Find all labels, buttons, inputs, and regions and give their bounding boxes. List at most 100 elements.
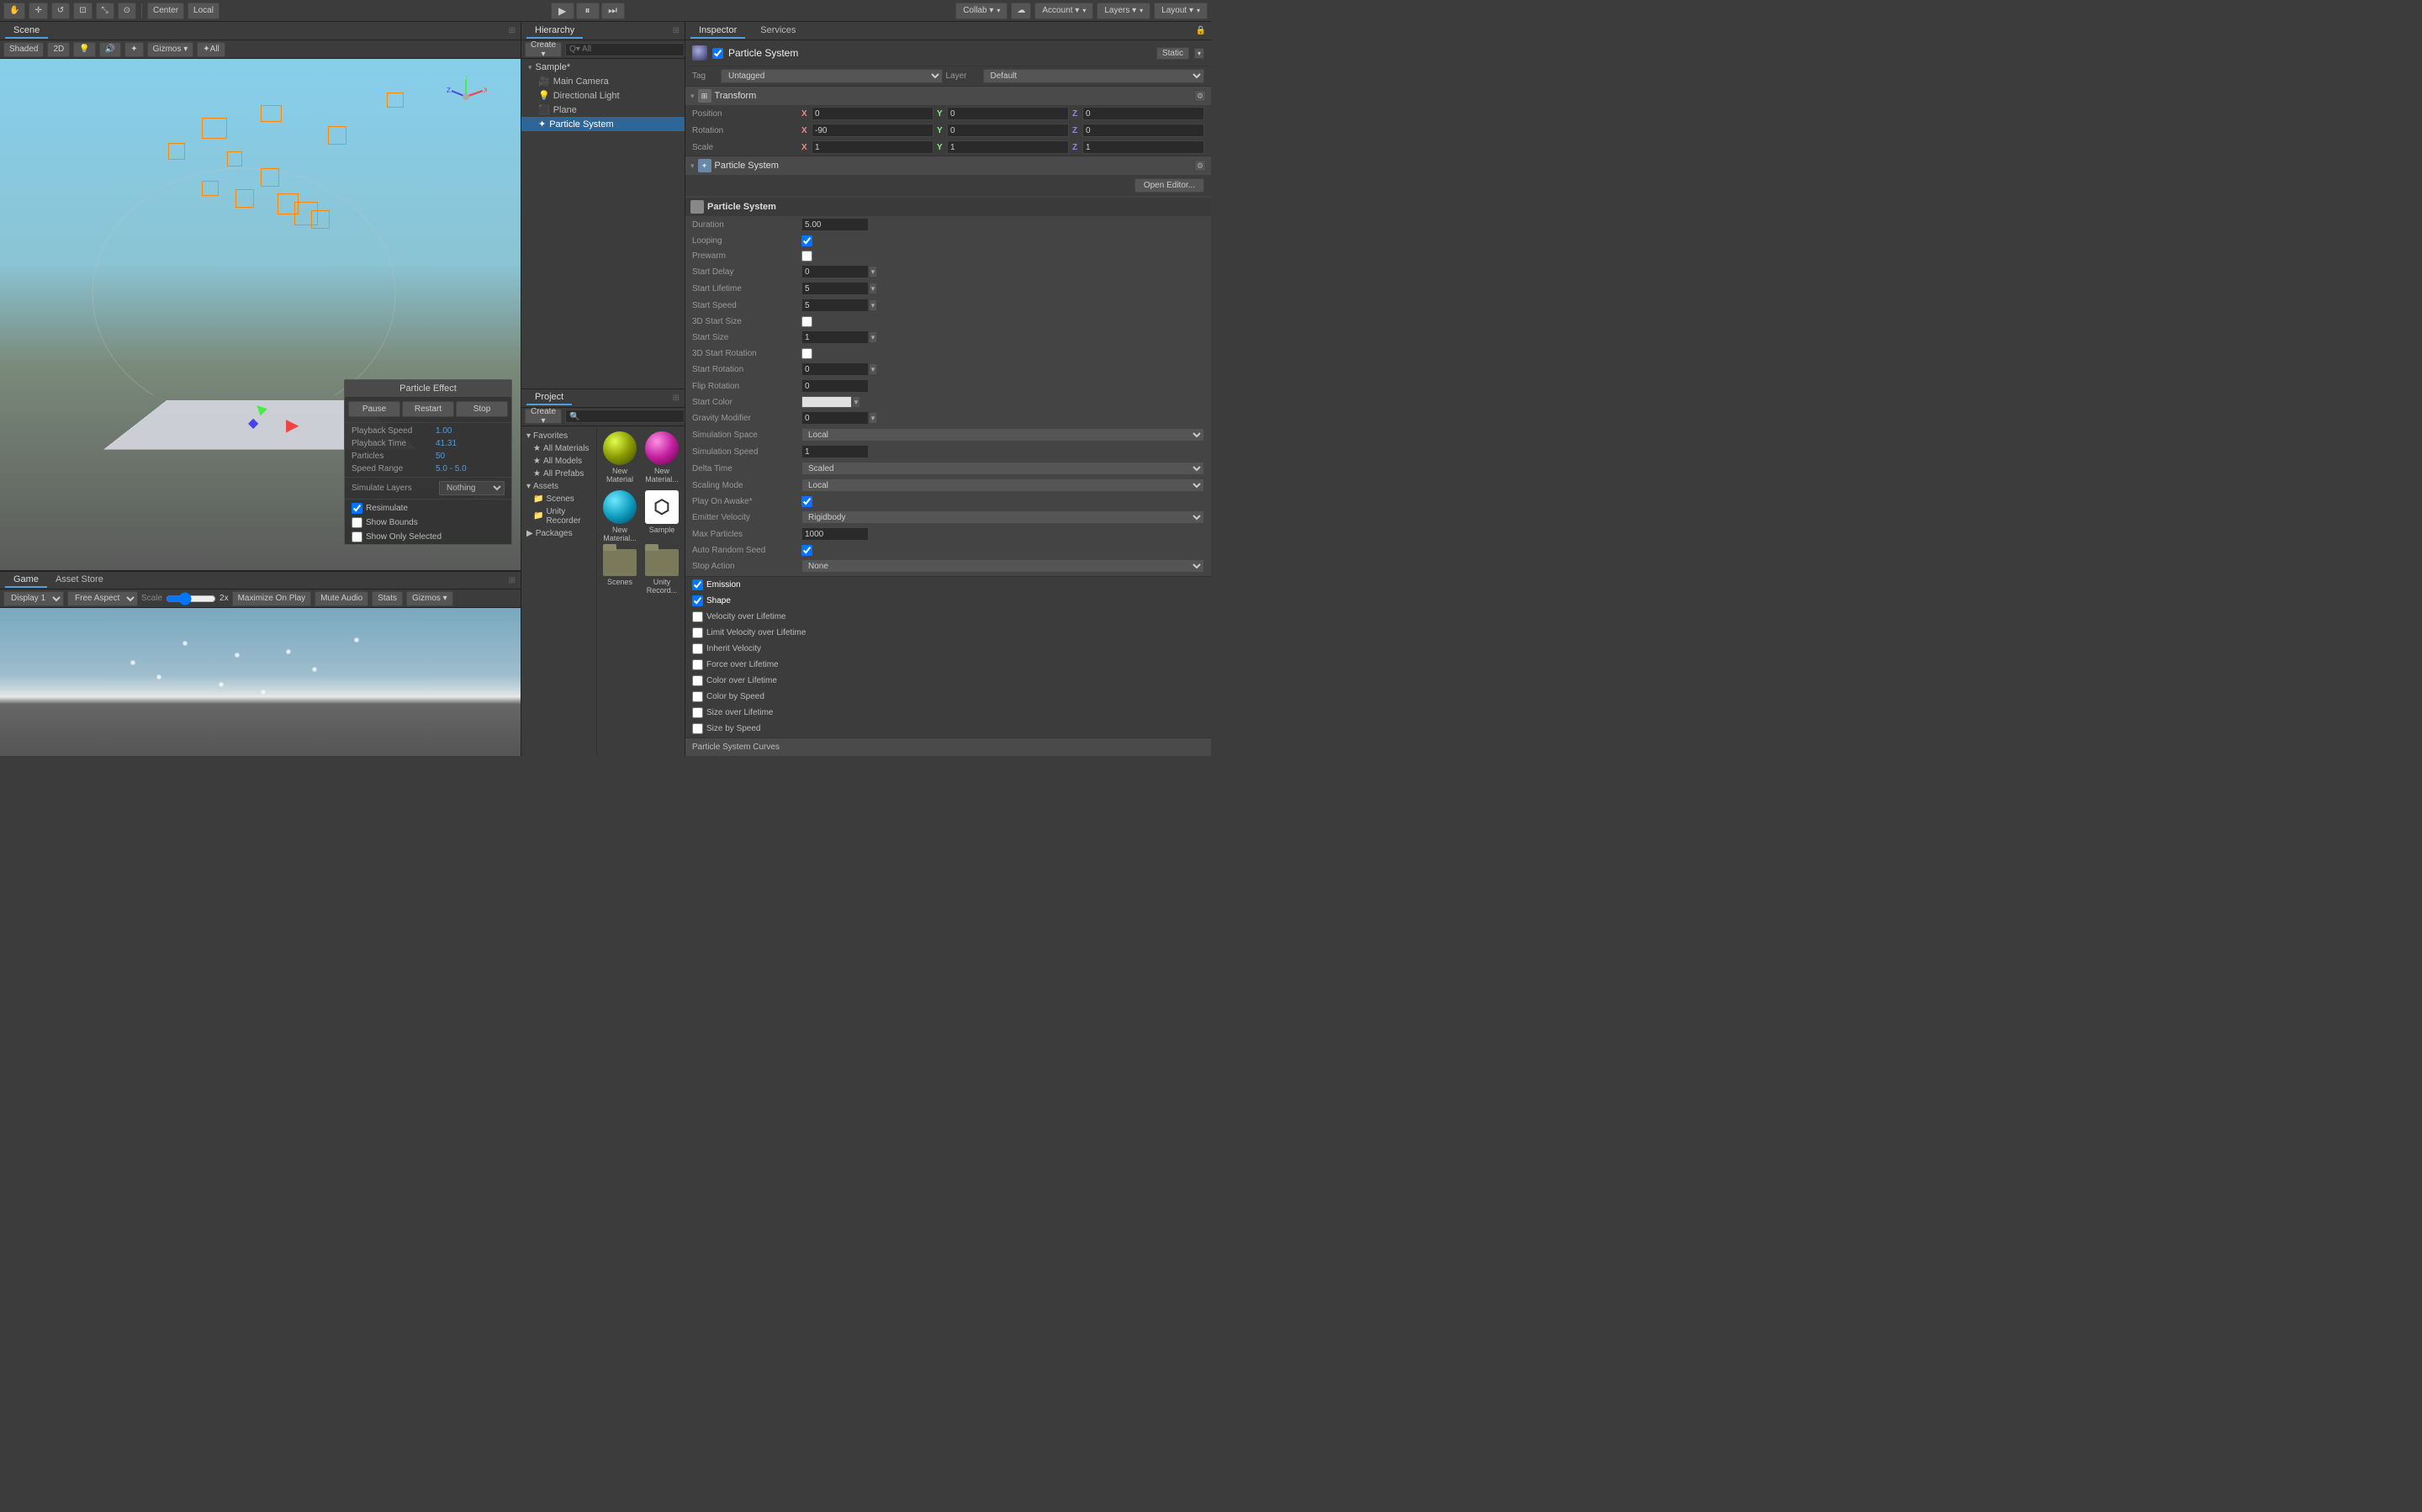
tag-select[interactable]: Untagged: [721, 69, 943, 83]
pe-resimulate-check[interactable]: [352, 503, 362, 514]
tool-hand[interactable]: ✋: [3, 3, 25, 19]
inspector-pin[interactable]: 🔒: [1196, 26, 1206, 35]
start-color-picker[interactable]: [801, 396, 852, 408]
pause-button[interactable]: ⏸: [576, 3, 600, 19]
ps-module-emission[interactable]: Emission: [685, 577, 1211, 593]
layer-select[interactable]: Default: [983, 69, 1205, 83]
asset-scenes-folder[interactable]: Scenes: [600, 547, 639, 596]
pe-pause-btn[interactable]: Pause: [348, 401, 400, 417]
ps-module-color-by-speed[interactable]: Color by Speed: [685, 689, 1211, 705]
scene-pin[interactable]: ⊞: [509, 26, 516, 35]
hierarchy-item-particle[interactable]: ✦ Particle System: [521, 117, 685, 131]
ps-module-shape[interactable]: Shape: [685, 593, 1211, 609]
module-emission-checkbox[interactable]: [692, 579, 703, 590]
ps-settings-btn[interactable]: ⚙: [1194, 160, 1206, 172]
tool-rotate[interactable]: ↺: [51, 3, 70, 19]
module-limit-velocity-checkbox[interactable]: [692, 627, 703, 638]
flip-rotation-input[interactable]: [801, 379, 869, 393]
2d-btn[interactable]: 2D: [47, 42, 70, 57]
particle-system-header[interactable]: ▾ ✦ Particle System ⚙: [685, 156, 1211, 175]
start-lifetime-input[interactable]: [801, 282, 869, 295]
module-sbs-checkbox[interactable]: [692, 723, 703, 734]
audio-btn[interactable]: 🔊: [99, 42, 121, 57]
tree-assets[interactable]: ▾ Assets: [521, 480, 596, 493]
tab-inspector[interactable]: Inspector: [690, 24, 745, 39]
ps-module-force[interactable]: Force over Lifetime: [685, 657, 1211, 673]
display-select[interactable]: Display 1: [3, 591, 64, 606]
static-dropdown-btn[interactable]: ▾: [1194, 48, 1204, 59]
ps-curves-footer[interactable]: Particle System Curves: [685, 737, 1211, 756]
ps-module-size-over-lifetime[interactable]: Size over Lifetime: [685, 705, 1211, 721]
tree-unity-recorder[interactable]: 📁 Unity Recorder: [521, 505, 596, 527]
game-pin[interactable]: ⊞: [509, 576, 516, 585]
layout-button[interactable]: Layout ▾: [1154, 3, 1208, 19]
cloud-button[interactable]: ☁: [1011, 3, 1031, 19]
step-button[interactable]: ⏭: [601, 3, 625, 19]
ps-module-velocity[interactable]: Velocity over Lifetime: [685, 609, 1211, 625]
center-button[interactable]: Center: [147, 3, 184, 19]
auto-random-seed-checkbox[interactable]: [801, 545, 812, 556]
ps-module-inherit-velocity[interactable]: Inherit Velocity: [685, 641, 1211, 657]
start-delay-input[interactable]: [801, 265, 869, 278]
project-search[interactable]: [565, 410, 685, 423]
aspect-select[interactable]: Free Aspect: [67, 591, 138, 606]
sim-speed-input[interactable]: [801, 445, 869, 458]
scale-y-input[interactable]: [947, 140, 1069, 154]
position-y-input[interactable]: [947, 107, 1069, 120]
asset-new-material-3[interactable]: New Material...: [600, 489, 639, 544]
tab-services[interactable]: Services: [752, 24, 804, 39]
pe-stop-btn[interactable]: Stop: [456, 401, 508, 417]
pe-sim-layers-select[interactable]: Nothing: [439, 481, 505, 495]
hierarchy-pin[interactable]: ⊞: [673, 26, 680, 35]
hierarchy-item-camera[interactable]: 🎥 Main Camera: [521, 74, 685, 88]
start-color-dropdown[interactable]: ▾: [852, 396, 860, 408]
3d-start-rot-checkbox[interactable]: [801, 348, 812, 359]
stats-btn[interactable]: Stats: [372, 591, 403, 606]
asset-new-material-2[interactable]: New Material...: [643, 430, 681, 485]
tab-scene[interactable]: Scene: [5, 24, 48, 39]
tab-project[interactable]: Project: [526, 390, 572, 405]
fx-btn[interactable]: ✦: [124, 42, 143, 57]
start-rotation-input[interactable]: [801, 362, 869, 376]
scale-z-input[interactable]: [1082, 140, 1204, 154]
module-cbs-checkbox[interactable]: [692, 691, 703, 702]
start-rotation-dropdown[interactable]: ▾: [869, 363, 877, 375]
shaded-btn[interactable]: Shaded: [3, 42, 44, 57]
hierarchy-root[interactable]: ▾ Sample*: [521, 61, 685, 74]
scale-x-input[interactable]: [812, 140, 933, 154]
position-x-input[interactable]: [812, 107, 933, 120]
asset-sample[interactable]: ⬡ Sample: [643, 489, 681, 544]
tree-packages[interactable]: ▶ Packages: [521, 527, 596, 540]
pe-only-selected-check[interactable]: [352, 531, 362, 542]
gravity-modifier-dropdown[interactable]: ▾: [869, 412, 877, 424]
local-button[interactable]: Local: [188, 3, 219, 19]
module-velocity-checkbox[interactable]: [692, 611, 703, 622]
open-editor-btn[interactable]: Open Editor...: [1134, 178, 1204, 193]
asset-unity-recorder-folder[interactable]: Unity Record...: [643, 547, 681, 596]
ps-module-limit-velocity[interactable]: Limit Velocity over Lifetime: [685, 625, 1211, 641]
module-sol-checkbox[interactable]: [692, 707, 703, 718]
start-delay-dropdown[interactable]: ▾: [869, 266, 877, 278]
rotation-x-input[interactable]: [812, 124, 933, 137]
delta-time-select[interactable]: Scaled: [801, 462, 1204, 475]
game-content[interactable]: [0, 608, 521, 756]
prewarm-checkbox[interactable]: [801, 251, 812, 262]
looping-checkbox[interactable]: [801, 235, 812, 246]
hierarchy-search[interactable]: [565, 43, 685, 56]
hierarchy-item-plane[interactable]: ⬛ Plane: [521, 103, 685, 117]
start-speed-input[interactable]: [801, 299, 869, 312]
transform-header[interactable]: ▾ ⊞ Transform ⚙: [685, 87, 1211, 105]
tree-all-models[interactable]: ★ All Models: [521, 455, 596, 468]
module-col-checkbox[interactable]: [692, 675, 703, 686]
tab-game[interactable]: Game: [5, 573, 47, 588]
inspector-scroll[interactable]: Particle System Static ▾ Tag Untagged La…: [685, 40, 1211, 737]
module-inherit-velocity-checkbox[interactable]: [692, 643, 703, 654]
module-force-checkbox[interactable]: [692, 659, 703, 670]
rotation-y-input[interactable]: [947, 124, 1069, 137]
duration-input[interactable]: [801, 218, 869, 231]
project-pin[interactable]: ⊞: [673, 394, 680, 403]
tool-scale[interactable]: ⊡: [73, 3, 92, 19]
hierarchy-item-light[interactable]: 💡 Directional Light: [521, 88, 685, 103]
pe-restart-btn[interactable]: Restart: [402, 401, 454, 417]
collab-button[interactable]: Collab ▾: [955, 3, 1007, 19]
